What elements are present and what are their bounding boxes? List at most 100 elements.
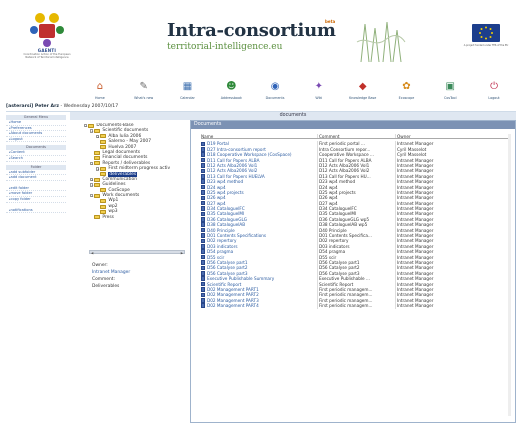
collapse-icon[interactable]: − xyxy=(90,194,94,198)
document-name[interactable]: D02 Management PART1 xyxy=(207,287,259,292)
expand-icon[interactable]: + xyxy=(96,167,100,171)
nav-item-addressbook[interactable]: ☻ Addressbook xyxy=(209,80,253,105)
nav-item-knowledge-base[interactable]: ◆ Knowledge Base xyxy=(341,80,385,105)
document-name[interactable]: D19 Portal xyxy=(207,141,229,146)
nav-item-label[interactable]: CosTool xyxy=(428,96,472,100)
document-name[interactable]: D03 indicators xyxy=(207,244,238,249)
document-name[interactable]: D27 Intra-consortium report xyxy=(207,147,266,152)
nav-item-label[interactable]: Addressbook xyxy=(209,96,253,100)
sidebar-item-search[interactable]: Search xyxy=(6,156,66,162)
calendar-icon[interactable]: ▦ xyxy=(180,80,194,94)
document-name[interactable]: D56 Catalyse part2 xyxy=(207,265,248,270)
document-name[interactable]: D13 Call for Papers HUELVA xyxy=(207,174,265,179)
ecoscope-icon[interactable]: ✿ xyxy=(399,80,413,94)
document-name[interactable]: D27 wp4 xyxy=(207,201,226,206)
document-name[interactable]: D56 Catalyse part3 xyxy=(207,271,248,276)
document-name[interactable]: D40 Principle xyxy=(207,228,235,233)
folder-icon xyxy=(94,182,101,187)
column-header-owner[interactable]: Owner xyxy=(395,134,455,139)
document-name[interactable]: D35 CatalogueIMI xyxy=(207,211,244,216)
document-name[interactable]: D36 CatalogueGLG xyxy=(207,217,247,222)
collapse-icon[interactable]: − xyxy=(90,161,94,165)
expand-icon[interactable]: + xyxy=(96,134,100,138)
document-name[interactable]: D12 Acts Alba2006 Vol2 xyxy=(207,168,257,173)
document-name[interactable]: D12 Acts Alba2006 Vol1 xyxy=(207,163,257,168)
left-menu: General MenuHomePreferencesAbout documen… xyxy=(6,112,66,422)
nav-item-label[interactable]: Ecoscope xyxy=(385,96,429,100)
nav-item-label[interactable]: Calendar xyxy=(166,96,210,100)
nav-item-label[interactable]: Home xyxy=(78,96,122,100)
document-name[interactable]: D24 wp4 xyxy=(207,185,226,190)
document-name[interactable]: Executive Publishable Summary xyxy=(207,276,274,281)
nav-item-label[interactable]: Knowledge Base xyxy=(341,96,385,100)
document-name[interactable]: D55 scir xyxy=(207,255,224,260)
document-icon xyxy=(201,157,205,163)
nav-item-label[interactable]: Wiki xyxy=(297,96,341,100)
knowledge-icon[interactable]: ◆ xyxy=(356,80,370,94)
nav-item-documents[interactable]: ◉ Documents xyxy=(253,80,297,105)
expand-icon[interactable]: + xyxy=(90,177,94,182)
gaenti-logo[interactable]: GAENTI Coordination Action of the Europe… xyxy=(18,10,76,66)
nav-item-calendar[interactable]: ▦ Calendar xyxy=(166,80,210,105)
collapse-icon[interactable]: − xyxy=(90,183,94,187)
nav-item-what-s-new[interactable]: ✎ What's new xyxy=(122,80,166,105)
owner-value[interactable]: Intranet Manager xyxy=(92,269,184,276)
folder-icon xyxy=(94,129,101,134)
comment-value: Deliverables xyxy=(92,284,120,289)
document-name-cell[interactable]: D02 Management PART4 xyxy=(201,303,317,308)
nav-item-logout[interactable]: ⏻ Logout xyxy=(472,80,516,105)
document-name[interactable]: Scientific Report xyxy=(207,282,241,287)
logout-icon[interactable]: ⏻ xyxy=(487,80,501,94)
nav-item-costool[interactable]: ▣ CosTool xyxy=(428,80,472,105)
tree-node[interactable]: Press xyxy=(84,215,184,220)
globe-icon[interactable]: ◉ xyxy=(268,80,282,94)
nav-item-label[interactable]: Logout xyxy=(472,96,516,100)
puzzle-logo-icon xyxy=(30,13,64,47)
collapse-icon[interactable]: − xyxy=(90,129,94,133)
document-name[interactable]: D11 Call for Papers ALBA xyxy=(207,158,259,163)
costool-icon[interactable]: ▣ xyxy=(443,80,457,94)
comment-label: Comment: xyxy=(92,277,115,282)
document-name[interactable]: D01 Contents Specifications xyxy=(207,233,266,238)
tree-node-label[interactable]: Press xyxy=(102,215,114,220)
chevron-right-icon[interactable]: ▶ xyxy=(181,251,183,255)
nav-item-wiki[interactable]: ✦ Wiki xyxy=(297,80,341,105)
nav-item-label[interactable]: What's new xyxy=(122,96,166,100)
document-name[interactable]: D23 wp4 method xyxy=(207,179,243,184)
nav-item-ecoscope[interactable]: ✿ Ecoscope xyxy=(385,80,429,105)
sidebar-item-notifications[interactable]: notifications xyxy=(6,208,66,214)
document-name[interactable]: D02 Management PART2 xyxy=(207,292,259,297)
vertical-scrollbar[interactable] xyxy=(508,134,511,416)
pen-icon[interactable]: ✎ xyxy=(137,80,151,94)
documents-table: Name Comment Owner D19 Portal First perio… xyxy=(201,134,511,309)
column-header-name[interactable]: Name xyxy=(201,134,317,138)
home-icon[interactable]: ⌂ xyxy=(93,80,107,94)
tree-splitter[interactable]: ◀ ▶ xyxy=(89,250,185,255)
document-name[interactable]: D02 Management PART3 xyxy=(207,298,259,303)
folder-icon xyxy=(100,199,107,204)
sidebar-item-logout[interactable]: Logout xyxy=(6,137,66,143)
document-name[interactable]: D34 CatalogueIFC xyxy=(207,206,245,211)
document-name[interactable]: D02 Management PART4 xyxy=(207,303,259,308)
document-name[interactable]: D02 repertory xyxy=(207,238,236,243)
decorative-figure-icon xyxy=(356,21,406,63)
document-name[interactable]: D25 wp4 projects xyxy=(207,190,244,195)
table-row[interactable]: D02 Management PART4 First periodic manag… xyxy=(201,303,511,309)
document-icon xyxy=(201,195,205,201)
people-icon[interactable]: ☻ xyxy=(224,80,238,94)
nav-item-home[interactable]: ⌂ Home xyxy=(78,80,122,105)
folder-icon xyxy=(100,172,107,177)
nav-item-label[interactable]: Documents xyxy=(253,96,297,100)
document-name[interactable]: D18 Cooperative Workspace (CosSpace) xyxy=(207,152,292,157)
document-name[interactable]: D56 Catalyse part1 xyxy=(207,260,248,265)
document-name[interactable]: D54 pragma xyxy=(207,249,233,254)
document-name[interactable]: D26 wp4 xyxy=(207,195,226,200)
column-header-comment[interactable]: Comment xyxy=(317,134,395,139)
chevron-left-icon[interactable]: ◀ xyxy=(91,251,93,255)
beta-badge: beta xyxy=(325,19,336,24)
collapse-icon[interactable]: − xyxy=(84,124,88,128)
document-name[interactable]: D38 CatalogueIAB xyxy=(207,222,245,227)
wiki-icon[interactable]: ✦ xyxy=(312,80,326,94)
